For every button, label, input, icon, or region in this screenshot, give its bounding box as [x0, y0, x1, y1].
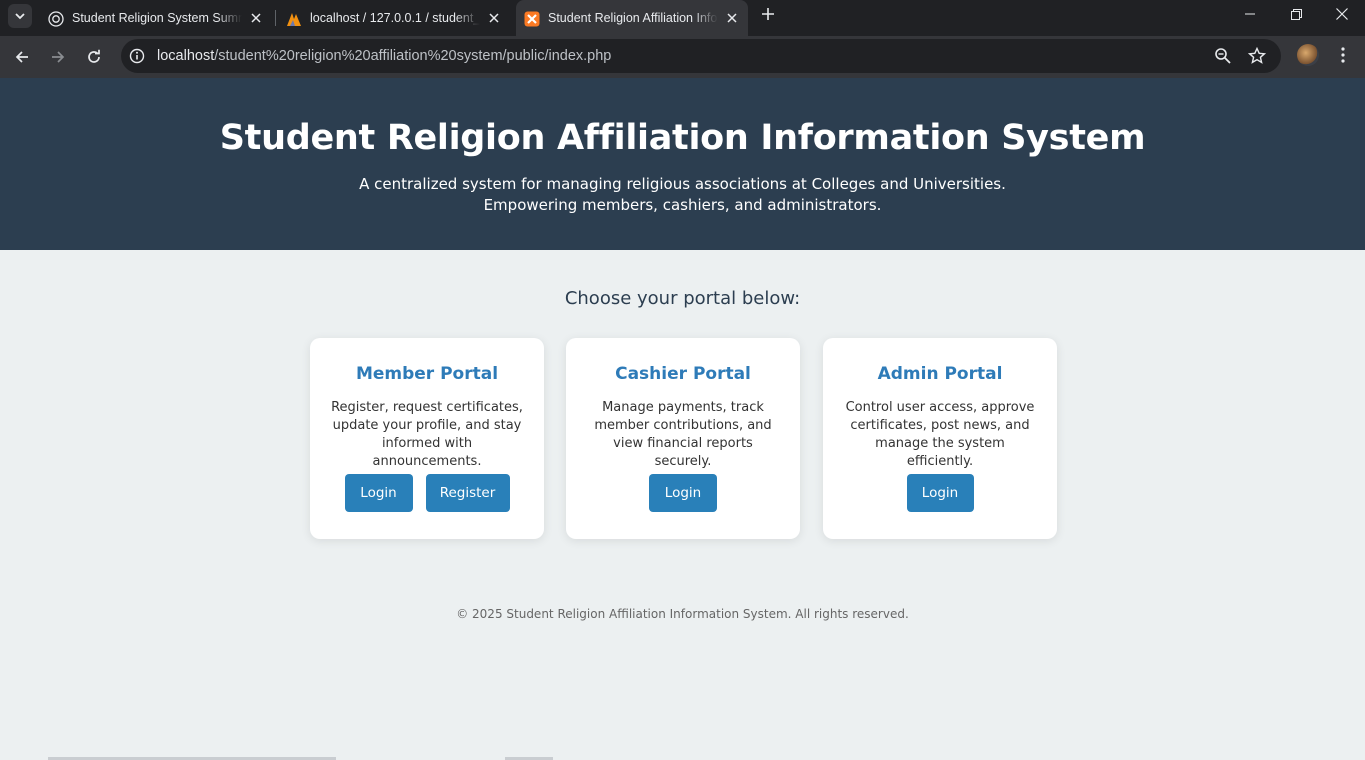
card-actions: Login	[566, 474, 800, 512]
url-path: /student%20religion%20affiliation%20syst…	[214, 48, 612, 64]
admin-portal-card: Admin Portal Control user access, approv…	[823, 338, 1057, 539]
site-info-icon[interactable]	[129, 48, 145, 64]
card-title: Member Portal	[355, 364, 499, 384]
tab-phpmyadmin[interactable]: localhost / 127.0.0.1 / student_affiliat…	[278, 0, 510, 36]
arrow-right-icon	[52, 51, 65, 63]
url-text[interactable]: localhost/student%20religion%20affiliati…	[157, 48, 611, 64]
tab-title: Student Religion Affiliation Information…	[548, 11, 718, 25]
phpmyadmin-icon	[286, 11, 302, 27]
member-portal-card: Member Portal Register, request certific…	[310, 338, 544, 539]
subtitle-line: A centralized system for managing religi…	[359, 175, 1006, 193]
browser-toolbar: localhost/student%20religion%20affiliati…	[0, 36, 1365, 78]
subtitle-line: Empowering members, cashiers, and admini…	[483, 196, 882, 214]
close-icon[interactable]	[724, 10, 740, 26]
close-icon[interactable]	[486, 10, 502, 26]
card-title: Admin Portal	[877, 364, 1003, 384]
admin-login-button[interactable]: Login	[906, 474, 974, 512]
url-host: localhost	[157, 48, 215, 64]
minimize-icon	[1245, 13, 1255, 15]
plus-icon	[762, 8, 774, 20]
profile-avatar[interactable]	[1297, 44, 1319, 66]
new-tab-button[interactable]	[758, 4, 778, 24]
close-icon	[1336, 8, 1348, 20]
chatgpt-icon	[48, 11, 64, 27]
close-window-button[interactable]	[1319, 0, 1365, 28]
browser-menu-button[interactable]	[1332, 44, 1354, 66]
tab-current-page[interactable]: Student Religion Affiliation Information…	[516, 0, 748, 36]
card-title: Cashier Portal	[615, 364, 751, 384]
card-description: Manage payments, track member contributi…	[594, 400, 772, 469]
page-subtitle: A centralized system for managing religi…	[0, 174, 1365, 216]
xampp-icon	[524, 11, 540, 27]
more-vertical-icon	[1341, 47, 1345, 63]
chevron-down-icon	[15, 13, 25, 20]
tab-chatgpt[interactable]: Student Religion System Summary	[40, 0, 272, 36]
close-icon[interactable]	[248, 10, 264, 26]
card-actions: Login Register	[310, 474, 544, 512]
restore-icon	[1290, 8, 1302, 20]
back-button[interactable]	[8, 43, 36, 71]
reload-icon	[88, 49, 100, 63]
reload-button[interactable]	[80, 43, 108, 71]
forward-button[interactable]	[44, 43, 72, 71]
zoom-icon[interactable]	[1214, 47, 1232, 65]
cashier-login-button[interactable]: Login	[649, 474, 717, 512]
card-actions: Login	[823, 474, 1057, 512]
bookmark-star-icon[interactable]	[1247, 46, 1267, 65]
card-description: Register, request certificates, update y…	[331, 400, 523, 469]
tab-search-button[interactable]	[8, 4, 32, 28]
minimize-button[interactable]	[1227, 0, 1273, 28]
restore-button[interactable]	[1273, 0, 1319, 28]
cashier-portal-card: Cashier Portal Manage payments, track me…	[566, 338, 800, 539]
address-bar[interactable]: localhost/student%20religion%20affiliati…	[121, 39, 1281, 73]
portal-prompt: Choose your portal below:	[564, 288, 801, 309]
tab-title: localhost / 127.0.0.1 / student_affiliat…	[310, 11, 480, 25]
card-description: Control user access, approve certificate…	[845, 400, 1035, 469]
tab-strip: Student Religion System Summary localhos…	[0, 0, 1365, 36]
member-register-button[interactable]: Register	[425, 474, 510, 512]
page-footer: © 2025 Student Religion Affiliation Info…	[456, 607, 909, 621]
tab-title: Student Religion System Summary	[72, 11, 242, 25]
page-title: Student Religion Affiliation Information…	[219, 118, 1146, 158]
hero-header: Student Religion Affiliation Information…	[0, 78, 1365, 250]
tab-divider	[275, 10, 276, 26]
member-login-button[interactable]: Login	[344, 474, 413, 512]
arrow-left-icon	[15, 51, 28, 63]
